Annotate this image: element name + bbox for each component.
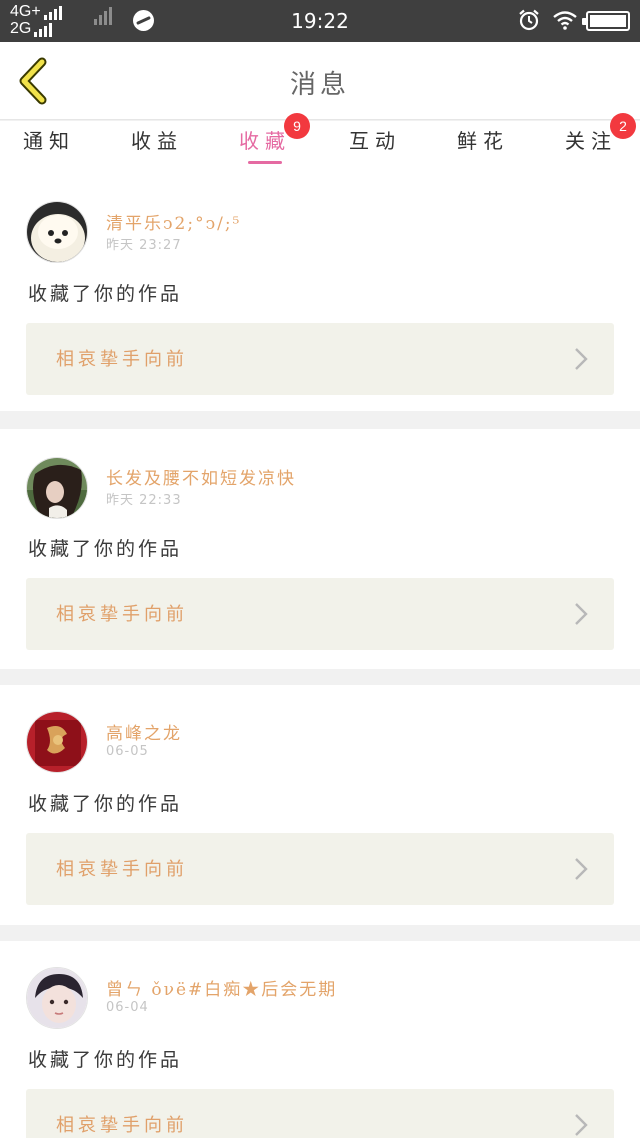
message-card: 曾ㄣ ǒνё#白痴★后会无期 06-04 收藏了你的作品 相哀挚手向前 [0,941,640,1138]
work-title: 相哀挚手向前 [56,859,188,880]
red-art-avatar[interactable] [26,711,88,773]
message-time: 06-05 [106,744,149,759]
wifi-icon [553,11,577,30]
work-link[interactable]: 相哀挚手向前 [26,323,614,395]
chevron-right-icon [575,603,588,625]
follows-badge: 2 [610,113,636,139]
username[interactable]: 长发及腰不如短发凉快 [106,464,296,489]
action-text: 收藏了你的作品 [28,283,183,305]
status-bar: 4G+ 2G 19:22 [0,0,640,42]
tab-interactions[interactable]: 互动 [322,121,428,171]
work-title: 相哀挚手向前 [56,1115,188,1136]
girl-avatar[interactable] [26,457,88,519]
dog-avatar[interactable] [26,201,88,263]
work-title: 相哀挚手向前 [56,604,188,625]
work-link[interactable]: 相哀挚手向前 [26,1089,614,1138]
battery-icon [582,11,630,31]
username[interactable]: 曾ㄣ ǒνё#白痴★后会无期 [106,975,337,1000]
chevron-right-icon [575,858,588,880]
message-card: 高峰之龙 06-05 收藏了你的作品 相哀挚手向前 [0,685,640,925]
title-bar: 消息 [0,42,640,120]
favorites-badge: 9 [284,113,310,139]
action-text: 收藏了你的作品 [28,1049,183,1071]
message-time: 06-04 [106,1000,149,1015]
page-title: 消息 [289,70,350,100]
tab-earnings[interactable]: 收益 [104,121,210,171]
chevron-right-icon [575,348,588,370]
active-tab-indicator [248,161,282,164]
tab-notifications[interactable]: 通知 [0,121,102,171]
tab-bar: 通知 收益 收藏 互动 鲜花 关注 9 2 [0,113,640,171]
message-time: 昨天 22:33 [106,493,182,508]
work-link[interactable]: 相哀挚手向前 [26,833,614,905]
username[interactable]: 高峰之龙 [106,719,182,744]
message-card: 清平乐ↄ2;°ↄ/;⁵ 昨天 23:27 收藏了你的作品 相哀挚手向前 [0,171,640,411]
chevron-right-icon [575,1114,588,1136]
message-time: 昨天 23:27 [106,238,182,253]
alarm-icon [519,9,539,31]
username[interactable]: 清平乐ↄ2;°ↄ/;⁵ [106,209,241,234]
action-text: 收藏了你的作品 [28,793,183,815]
work-link[interactable]: 相哀挚手向前 [26,578,614,650]
action-text: 收藏了你的作品 [28,538,183,560]
work-title: 相哀挚手向前 [56,349,188,370]
message-card: 长发及腰不如短发凉快 昨天 22:33 收藏了你的作品 相哀挚手向前 [0,429,640,669]
boy-avatar[interactable] [26,967,88,1029]
clock: 19:22 [291,9,349,33]
tab-flowers[interactable]: 鲜花 [430,121,536,171]
